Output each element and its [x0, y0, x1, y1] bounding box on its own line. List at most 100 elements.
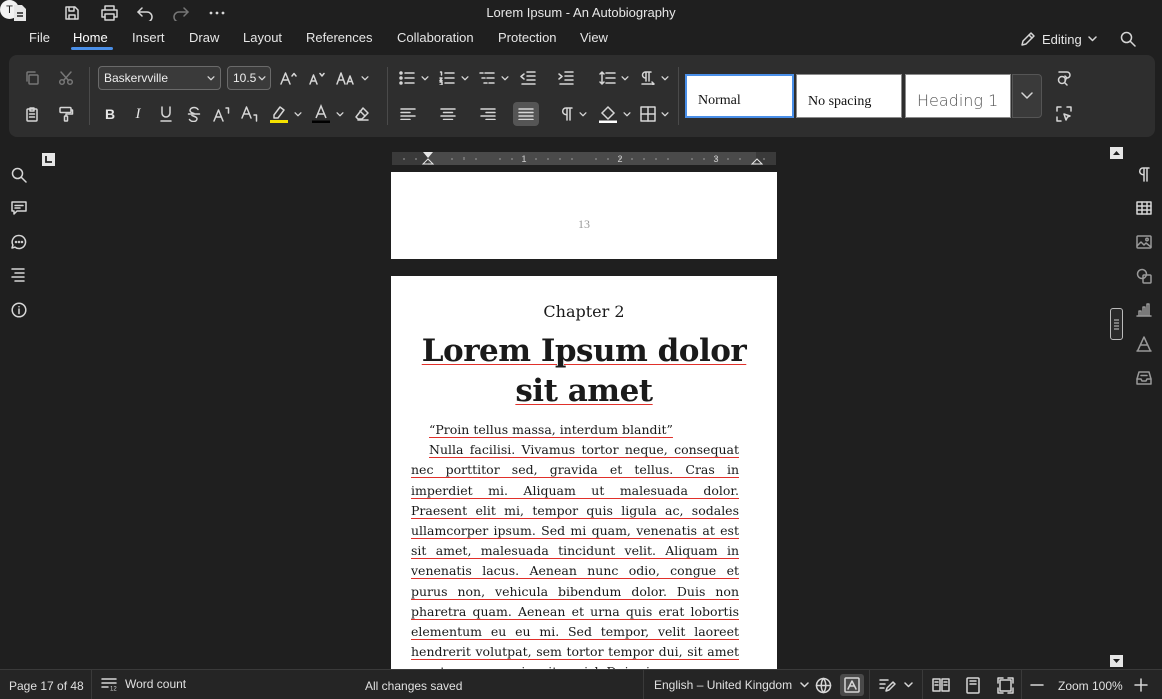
select-icon[interactable]	[1053, 102, 1075, 126]
chevron-down-icon	[258, 76, 266, 81]
page-number: 13	[578, 217, 590, 231]
justify-icon[interactable]	[513, 102, 539, 126]
info-icon[interactable]	[9, 300, 29, 320]
spell-check-icon[interactable]	[840, 674, 864, 696]
search-icon[interactable]	[9, 165, 29, 185]
language-label: English – United Kingdom	[654, 678, 793, 692]
chapter-label: Chapter 2	[543, 302, 625, 321]
subscript-icon[interactable]	[239, 102, 261, 126]
shapes-icon[interactable]	[1135, 267, 1153, 285]
status-divider	[922, 670, 923, 699]
editing-mode-button[interactable]: Editing	[1020, 31, 1097, 47]
comment-icon[interactable]	[9, 198, 29, 218]
scroll-up-button[interactable]	[1110, 147, 1123, 159]
paste-icon[interactable]	[21, 102, 43, 126]
text-direction-button[interactable]	[637, 66, 671, 90]
align-center-icon[interactable]	[437, 102, 459, 126]
style-no-spacing[interactable]: No spacing	[796, 74, 902, 118]
inbox-icon[interactable]	[1135, 369, 1153, 387]
menu-collaboration[interactable]: Collaboration	[397, 30, 474, 45]
menu-insert[interactable]: Insert	[132, 30, 165, 45]
grow-font-icon[interactable]	[277, 66, 299, 90]
zoom-out-icon[interactable]	[1030, 678, 1044, 692]
language-select[interactable]: English – United Kingdom	[654, 678, 809, 692]
superscript-icon[interactable]	[211, 102, 233, 126]
menu-home[interactable]: Home	[73, 30, 108, 45]
change-case-icon[interactable]	[334, 66, 370, 90]
menu-protection[interactable]: Protection	[498, 30, 557, 45]
numbered-list-button[interactable]	[437, 66, 471, 90]
menu-layout[interactable]: Layout	[243, 30, 282, 45]
font-size-select[interactable]: 10.5	[227, 66, 271, 90]
search-icon[interactable]	[1120, 31, 1136, 47]
ribbon-divider	[678, 67, 679, 125]
borders-button[interactable]	[637, 102, 671, 126]
align-left-icon[interactable]	[397, 102, 419, 126]
strikethrough-icon[interactable]	[183, 102, 205, 126]
word-count-button[interactable]: 12 Word count	[101, 677, 186, 691]
clear-formatting-icon[interactable]	[351, 102, 373, 126]
scroll-down-button[interactable]	[1110, 655, 1123, 667]
zoom-in-icon[interactable]	[1134, 678, 1148, 692]
chevron-down-icon	[579, 111, 587, 116]
table-icon[interactable]	[1135, 199, 1153, 217]
font-family-select[interactable]: Baskervville	[98, 66, 221, 90]
bullet-list-button[interactable]	[397, 66, 431, 90]
navigation-icon[interactable]	[9, 265, 29, 285]
align-right-icon[interactable]	[477, 102, 499, 126]
bold-icon[interactable]: B	[99, 102, 121, 126]
zoom-level[interactable]: Zoom 100%	[1058, 679, 1123, 693]
text-art-icon[interactable]	[1135, 335, 1153, 353]
status-divider	[643, 670, 644, 699]
status-divider	[869, 670, 870, 699]
track-changes-button[interactable]	[879, 677, 913, 693]
style-heading-1[interactable]: Heading 1	[905, 74, 1011, 118]
web-layout-icon[interactable]	[997, 677, 1014, 694]
menu-references[interactable]: References	[306, 30, 372, 45]
window-title: Lorem Ipsum - An Autobiography	[486, 5, 676, 20]
active-tab-indicator	[71, 47, 113, 50]
ribbon-divider	[89, 67, 90, 125]
ruler-tick-1: 1	[521, 154, 526, 164]
menu-file[interactable]: File	[29, 30, 50, 45]
underline-icon[interactable]	[155, 102, 177, 126]
status-bar: Page 17 of 48 12 Word count All changes …	[0, 669, 1162, 699]
find-replace-icon[interactable]	[1053, 66, 1075, 90]
pilcrow-icon	[562, 107, 573, 121]
scrollbar-thumb[interactable]	[1110, 308, 1123, 340]
shrink-font-icon[interactable]	[305, 66, 327, 90]
font-size-value: 10.5	[233, 71, 257, 85]
print-layout-icon[interactable]	[966, 677, 980, 694]
cut-icon[interactable]	[55, 66, 77, 90]
read-mode-icon[interactable]	[932, 677, 950, 693]
font-color-button[interactable]	[309, 102, 345, 126]
multilevel-list-button[interactable]	[477, 66, 511, 90]
chevron-down-icon	[207, 76, 215, 81]
line-spacing-button[interactable]	[597, 66, 631, 90]
current-page[interactable]: Chapter 2 Lorem Ipsum dolor sit amet “Pr…	[391, 276, 777, 676]
track-changes-icon	[879, 679, 896, 692]
highlight-color-button[interactable]	[267, 102, 303, 126]
horizontal-ruler[interactable]: 1 2 3	[392, 152, 776, 165]
shading-button[interactable]	[597, 102, 631, 126]
copy-icon[interactable]	[21, 66, 43, 90]
image-icon[interactable]	[1135, 233, 1153, 251]
styles-expand-button[interactable]	[1012, 74, 1042, 118]
show-formatting-button[interactable]	[557, 102, 591, 126]
menu-view[interactable]: View	[580, 30, 608, 45]
globe-icon[interactable]	[815, 677, 832, 694]
format-painter-icon[interactable]	[55, 102, 77, 126]
font-color-icon	[311, 104, 330, 123]
decrease-indent-icon[interactable]	[517, 66, 539, 90]
pilcrow-icon[interactable]	[1135, 165, 1153, 183]
previous-page[interactable]: 13	[391, 172, 777, 259]
italic-icon[interactable]: I	[127, 102, 149, 126]
increase-indent-icon[interactable]	[555, 66, 577, 90]
body-text: “Proin tellus massa, interdum blandit” N…	[411, 420, 739, 676]
style-normal[interactable]: Normal	[685, 74, 794, 118]
page-indicator[interactable]: Page 17 of 48	[9, 679, 84, 693]
chart-icon[interactable]	[1135, 301, 1153, 319]
chat-icon[interactable]	[9, 232, 29, 252]
menu-draw[interactable]: Draw	[189, 30, 219, 45]
tab-stop-selector[interactable]	[42, 153, 55, 166]
